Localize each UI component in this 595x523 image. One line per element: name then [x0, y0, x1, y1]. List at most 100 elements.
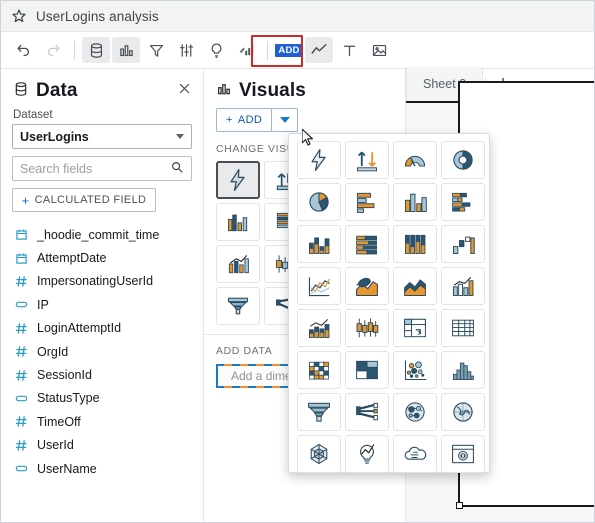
add-visual-button[interactable]: ADD [275, 37, 303, 63]
visual-type-popup [288, 133, 490, 473]
undo-button[interactable] [9, 37, 37, 63]
calculated-field-label: CALCULATED FIELD [34, 194, 147, 206]
resize-handle-bottom-left[interactable] [456, 502, 463, 509]
popup-item-scatter-plot[interactable] [393, 351, 437, 389]
popup-item-donut-chart[interactable] [441, 141, 485, 179]
data-panel-header: Data [1, 69, 203, 108]
hash-icon [15, 345, 28, 358]
popup-item-area-line-chart[interactable] [345, 267, 389, 305]
popup-item-table[interactable] [441, 309, 485, 347]
popup-item-box-plot[interactable] [345, 309, 389, 347]
bar-chart-icon [216, 81, 232, 102]
add-visual-type-button[interactable] [305, 37, 333, 63]
close-icon[interactable] [177, 81, 192, 101]
popup-item-heat-map[interactable] [297, 351, 341, 389]
list-item[interactable]: TimeOff [1, 410, 203, 433]
list-item[interactable]: IP [1, 293, 203, 316]
popup-item-custom-visual[interactable] [441, 435, 485, 473]
add-visual-button-panel[interactable]: + ADD [216, 108, 273, 132]
field-name: ImpersonatingUserId [37, 274, 154, 289]
popup-item-insight[interactable] [345, 435, 389, 473]
add-label: ADD [237, 114, 263, 126]
star-icon[interactable] [11, 8, 27, 24]
dataset-label: Dataset [13, 109, 53, 121]
popup-item-kpi[interactable] [345, 141, 389, 179]
field-name: _hoodie_commit_time [37, 227, 160, 242]
filter-button[interactable] [142, 37, 170, 63]
popup-item-radar-chart[interactable] [297, 435, 341, 473]
calendar-icon [15, 228, 28, 241]
list-item[interactable]: LoginAttemptId [1, 317, 203, 340]
add-visual-dropdown-toggle[interactable] [272, 108, 299, 132]
popup-item-pie-chart[interactable] [297, 183, 341, 221]
popup-item-vertical-bar-chart[interactable] [393, 183, 437, 221]
popup-item-combo-line-bar-chart[interactable] [297, 309, 341, 347]
popup-item-funnel-chart[interactable] [297, 393, 341, 431]
popup-item-pivot-table[interactable] [393, 309, 437, 347]
field-list: _hoodie_commit_time AttemptDate Imperson… [1, 221, 203, 480]
visual-type-funnel-chart[interactable] [216, 287, 260, 325]
redo-button[interactable] [39, 37, 67, 63]
list-item[interactable]: OrgId [1, 340, 203, 363]
popup-item-autograph[interactable] [297, 141, 341, 179]
parameters-button[interactable] [172, 37, 200, 63]
popup-item-stacked-100-horizontal-bar-chart[interactable] [345, 225, 389, 263]
data-panel-title: Data [36, 80, 78, 101]
list-item[interactable]: StatusType [1, 387, 203, 410]
search-icon [170, 160, 184, 177]
themes-button[interactable] [232, 37, 260, 63]
add-calculated-field-button[interactable]: + CALCULATED FIELD [12, 188, 156, 212]
data-panel: Data Dataset UserLogins Search fields + … [1, 69, 204, 522]
popup-item-filled-map[interactable] [441, 393, 485, 431]
visuals-panel-button[interactable] [112, 37, 140, 63]
visual-type-clustered-bar-chart[interactable] [216, 203, 260, 241]
popup-item-waterfall-chart[interactable] [441, 225, 485, 263]
calendar-icon [15, 252, 28, 265]
popup-item-stacked-horizontal-bar-chart[interactable] [441, 183, 485, 221]
list-item[interactable]: UserName [1, 457, 203, 480]
list-item[interactable]: _hoodie_commit_time [1, 223, 203, 246]
visuals-panel-header: Visuals [204, 69, 405, 108]
chevron-down-icon [176, 134, 184, 139]
visual-type-autograph[interactable] [216, 161, 260, 199]
data-panel-button[interactable] [82, 37, 110, 63]
list-item[interactable]: AttemptDate [1, 246, 203, 269]
string-tag-icon [15, 298, 28, 311]
popup-item-sankey-diagram[interactable] [345, 393, 389, 431]
search-fields-input[interactable]: Search fields [12, 156, 192, 181]
field-name: UserName [37, 461, 97, 476]
page-title: UserLogins analysis [36, 8, 159, 24]
popup-item-stacked-vertical-bar-chart[interactable] [297, 225, 341, 263]
field-name: OrgId [37, 344, 69, 359]
hash-icon [15, 439, 28, 452]
popup-item-stacked-area-chart[interactable] [393, 267, 437, 305]
dataset-select-value: UserLogins [20, 129, 89, 144]
list-item[interactable]: UserId [1, 434, 203, 457]
main-toolbar: ADD [1, 32, 594, 69]
add-image-button[interactable] [365, 37, 393, 63]
add-text-box-button[interactable] [335, 37, 363, 63]
field-name: IP [37, 297, 49, 312]
popup-item-line-chart[interactable] [297, 267, 341, 305]
dataset-select[interactable]: UserLogins [12, 124, 192, 149]
popup-item-word-cloud[interactable] [393, 435, 437, 473]
field-name: StatusType [37, 391, 100, 406]
popup-item-tree-map[interactable] [345, 351, 389, 389]
visuals-panel-title: Visuals [239, 80, 306, 101]
list-item[interactable]: ImpersonatingUserId [1, 270, 203, 293]
workspace: Data Dataset UserLogins Search fields + … [1, 67, 594, 522]
hash-icon [15, 415, 28, 428]
popup-item-combo-chart[interactable] [441, 267, 485, 305]
popup-item-points-on-map[interactable] [393, 393, 437, 431]
popup-item-gauge-chart[interactable] [393, 141, 437, 179]
list-item[interactable]: SessionId [1, 363, 203, 386]
plus-icon: + [226, 114, 233, 126]
hash-icon [15, 322, 28, 335]
visual-type-combo-bar-line-chart[interactable] [216, 245, 260, 283]
popup-item-stacked-100-vertical-bar-chart[interactable] [393, 225, 437, 263]
popup-item-histogram[interactable] [441, 351, 485, 389]
popup-item-horizontal-bar-chart[interactable] [345, 183, 389, 221]
string-tag-icon [15, 462, 28, 475]
insights-button[interactable] [202, 37, 230, 63]
add-visual-group: + ADD [216, 108, 394, 132]
